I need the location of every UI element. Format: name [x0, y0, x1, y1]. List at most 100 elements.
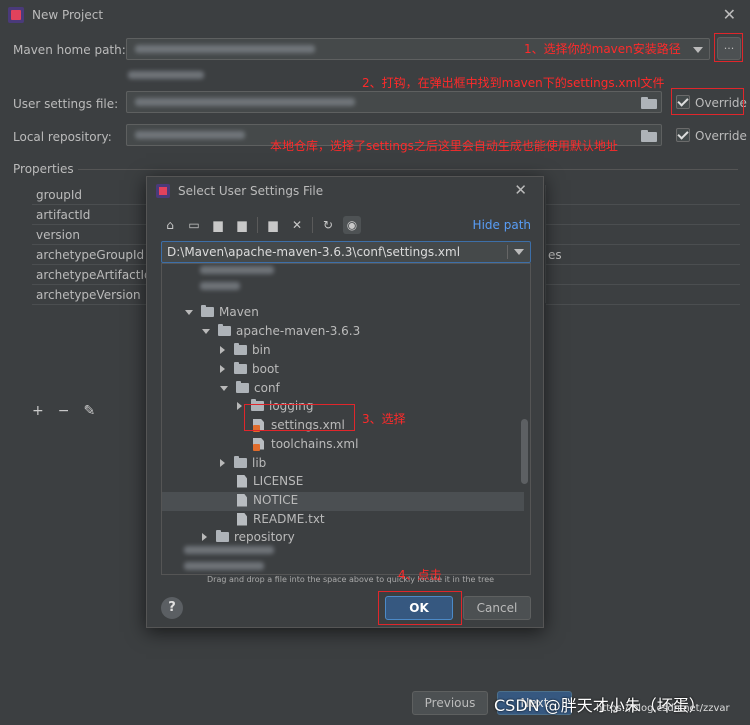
table-row[interactable]: archetypeArtifactId [32, 265, 152, 285]
remove-icon[interactable]: − [58, 403, 70, 419]
toolbar-separator [257, 217, 258, 233]
chevron-right-icon[interactable] [220, 459, 225, 467]
window-close-icon[interactable]: ✕ [723, 5, 736, 24]
window-titlebar: New Project ✕ [0, 0, 750, 30]
desktop-icon[interactable]: ▭ [185, 216, 203, 234]
table-cell[interactable] [546, 205, 740, 225]
tree-node-boot[interactable]: boot [220, 360, 279, 378]
chevron-right-icon[interactable] [237, 402, 242, 410]
properties-header: Properties [13, 162, 74, 176]
chevron-down-icon[interactable] [185, 309, 193, 315]
folder-icon [201, 305, 214, 317]
local-repo-folder-icon[interactable] [641, 130, 657, 142]
annotation-box-browse [714, 33, 743, 62]
tree-node-readme[interactable]: README.txt [237, 510, 325, 528]
folder-icon [234, 362, 247, 374]
tree-label: conf [254, 381, 280, 395]
delete-icon[interactable]: ✕ [288, 216, 306, 234]
user-settings-field[interactable] [126, 91, 662, 113]
annotation-step3: 3、选择 [362, 412, 406, 426]
table-cell[interactable] [546, 265, 740, 285]
tree-label: repository [234, 530, 295, 544]
tree-label: boot [252, 362, 280, 376]
path-value: D:\Maven\apache-maven-3.6.3\conf\setting… [167, 245, 461, 259]
chevron-right-icon[interactable] [220, 346, 225, 354]
dialog-toolbar: ⌂ ▭ ▆ ▆ ▆ ✕ ↻ ◉ [161, 215, 361, 235]
tree-scrollbar[interactable] [521, 419, 528, 484]
blurred-tree-item [200, 282, 240, 290]
home-icon[interactable]: ⌂ [161, 216, 179, 234]
table-cell[interactable] [546, 185, 740, 205]
chevron-down-icon[interactable] [220, 385, 228, 391]
table-row[interactable]: artifactId [32, 205, 150, 225]
tree-label: apache-maven-3.6.3 [236, 324, 361, 338]
blurred-maven-path [135, 45, 315, 53]
table-row[interactable]: version [32, 225, 150, 245]
maven-home-dropdown-icon[interactable] [693, 47, 703, 53]
tree-label: Maven [219, 305, 259, 319]
chevron-down-icon[interactable] [202, 328, 210, 334]
tree-node-toolchains-xml[interactable]: toolchains.xml [253, 435, 358, 453]
table-cell[interactable] [546, 285, 740, 305]
user-settings-folder-icon[interactable] [641, 97, 657, 109]
tree-node-license[interactable]: LICENSE [237, 472, 303, 490]
maven-home-label: Maven home path: [13, 43, 126, 57]
xml-file-icon [253, 438, 265, 451]
table-row[interactable]: groupId [32, 185, 150, 205]
folder-icon [216, 530, 229, 542]
cancel-button[interactable]: Cancel [463, 596, 531, 620]
refresh-icon[interactable]: ↻ [319, 216, 337, 234]
chevron-right-icon[interactable] [220, 365, 225, 373]
folder-icon [236, 381, 249, 393]
override-label-2: Override [695, 129, 747, 143]
annotation-box-ok [378, 591, 462, 625]
hide-path-link[interactable]: Hide path [473, 218, 531, 232]
blurred-tree-item [200, 266, 274, 274]
tree-label: NOTICE [253, 493, 299, 507]
annotation-step2: 2、打钩，在弹出框中找到maven下的settings.xml文件 [362, 76, 665, 90]
tree-node-conf[interactable]: conf [220, 379, 280, 397]
user-settings-label: User settings file: [13, 97, 119, 111]
tree-label: bin [252, 343, 271, 357]
tree-node-repository[interactable]: repository [202, 528, 295, 546]
chevron-right-icon[interactable] [202, 533, 207, 541]
project-folder-icon[interactable]: ▆ [209, 216, 227, 234]
table-row[interactable]: archetypeVersion [32, 285, 150, 305]
tree-label: toolchains.xml [271, 437, 359, 451]
show-hidden-icon[interactable]: ◉ [343, 216, 361, 234]
table-cell-fragment[interactable]: es [546, 245, 740, 265]
tree-node-maven[interactable]: Maven [185, 303, 259, 321]
path-input[interactable]: D:\Maven\apache-maven-3.6.3\conf\setting… [161, 241, 531, 263]
file-icon [237, 512, 247, 526]
tree-node-apache-maven[interactable]: apache-maven-3.6.3 [202, 322, 360, 340]
blurred-settings-path [135, 98, 355, 106]
previous-button[interactable]: Previous [412, 691, 488, 715]
tree-label: lib [252, 456, 267, 470]
intellij-logo-icon [156, 184, 170, 198]
watermark-url: https://blog.csdn.net/zzvar [596, 703, 730, 714]
table-row[interactable]: archetypeGroupId [32, 245, 150, 265]
edit-icon[interactable]: ✎ [83, 403, 95, 419]
path-dropdown-icon[interactable] [514, 249, 524, 255]
properties-table: groupId artifactId version archetypeGrou… [32, 185, 152, 305]
blurred-tree-item [184, 546, 274, 554]
help-button[interactable]: ? [161, 597, 183, 619]
tree-node-lib[interactable]: lib [220, 454, 266, 472]
folder-icon [218, 324, 231, 336]
module-folder-icon[interactable]: ▆ [233, 216, 251, 234]
add-icon[interactable]: + [32, 403, 44, 419]
annotation-box-override [671, 88, 744, 115]
folder-icon [234, 456, 247, 468]
annotation-local-repo: 本地仓库，选择了settings之后这里会自动生成也能使用默认地址 [270, 139, 618, 153]
blurred-repo-path [135, 131, 245, 139]
new-folder-icon[interactable]: ▆ [264, 216, 282, 234]
override-checkbox-2[interactable] [676, 128, 690, 142]
tree-label: LICENSE [253, 474, 304, 488]
table-cell[interactable] [546, 225, 740, 245]
blurred-maven-version [128, 71, 204, 79]
tree-node-notice[interactable]: NOTICE [237, 491, 298, 509]
dialog-close-icon[interactable]: ✕ [514, 181, 527, 199]
file-icon [237, 493, 247, 507]
tree-node-bin[interactable]: bin [220, 341, 271, 359]
local-repo-label: Local repository: [13, 130, 112, 144]
